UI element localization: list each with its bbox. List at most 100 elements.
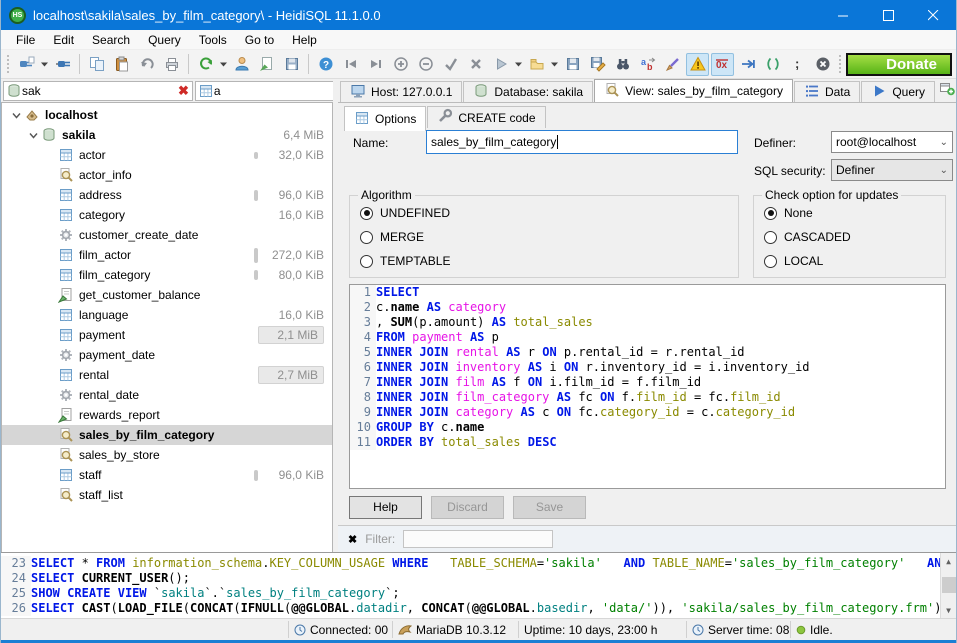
discard-button[interactable]: Discard — [431, 496, 504, 519]
sql-security-combobox[interactable]: Definer⌄ — [831, 159, 953, 181]
tree-item-language[interactable]: language16,0 KiB — [2, 305, 332, 325]
export-icon[interactable] — [255, 53, 278, 76]
tree-item-sales_by_film_category[interactable]: sales_by_film_category — [2, 425, 332, 445]
help-icon[interactable]: ? — [314, 53, 337, 76]
radio-unselected[interactable] — [764, 231, 777, 244]
save-snippet-icon[interactable] — [280, 53, 303, 76]
delimiter-icon[interactable]: ; — [786, 53, 809, 76]
tree-item-rental_date[interactable]: rental_date — [2, 385, 332, 405]
scroll-thumb[interactable] — [942, 577, 956, 593]
menu-go-to[interactable]: Go to — [236, 31, 283, 49]
menu-edit[interactable]: Edit — [44, 31, 83, 49]
radio-unselected[interactable] — [764, 255, 777, 268]
tree-item-staff[interactable]: staff96,0 KiB — [2, 465, 332, 485]
execute-sql-icon[interactable] — [489, 53, 512, 76]
delete-record-icon[interactable] — [414, 53, 437, 76]
menu-tools[interactable]: Tools — [190, 31, 236, 49]
radio-selected[interactable] — [764, 207, 777, 220]
tab-view[interactable]: View: sales_by_film_category — [594, 79, 793, 102]
blob-as-text-icon[interactable] — [686, 53, 709, 76]
radio-unselected[interactable] — [360, 255, 373, 268]
donate-button[interactable]: Donate — [846, 53, 952, 76]
copy-icon[interactable] — [85, 53, 108, 76]
tree-item-sakila[interactable]: sakila6,4 MiB — [2, 125, 332, 145]
tree-item-payment[interactable]: payment2,1 MiB — [2, 325, 332, 345]
tree-item-film_category[interactable]: film_category80,0 KiB — [2, 265, 332, 285]
tree-item-get_customer_balance[interactable]: get_customer_balance — [2, 285, 332, 305]
refresh-icon[interactable] — [194, 53, 217, 76]
tab-create-code[interactable]: CREATE code — [427, 106, 545, 128]
save-button[interactable]: Save — [513, 496, 586, 519]
execute-sql-dropdown[interactable] — [513, 53, 524, 76]
tree-item-payment_date[interactable]: payment_date — [2, 345, 332, 365]
close-button[interactable] — [911, 0, 956, 30]
radio-selected[interactable] — [360, 207, 373, 220]
query-parameters-icon[interactable] — [761, 53, 784, 76]
first-record-icon[interactable] — [339, 53, 362, 76]
tab-data[interactable]: Data — [794, 81, 860, 102]
replace-text-icon[interactable]: ab — [636, 53, 659, 76]
tree-item-staff_list[interactable]: staff_list — [2, 485, 332, 505]
undo-icon[interactable] — [135, 53, 158, 76]
tree-item-localhost[interactable]: localhost — [2, 105, 332, 125]
radio-unselected[interactable] — [360, 231, 373, 244]
tab-host[interactable]: Host: 127.0.0.1 — [340, 81, 462, 102]
tree-item-rental[interactable]: rental2,7 MiB — [2, 365, 332, 385]
maximize-button[interactable] — [866, 0, 911, 30]
session-manager-dropdown[interactable] — [39, 53, 50, 76]
last-record-icon[interactable] — [364, 53, 387, 76]
cancel-editing-icon[interactable] — [464, 53, 487, 76]
tree-item-rewards_report[interactable]: rewards_report — [2, 405, 332, 425]
tree-item-film_actor[interactable]: film_actor272,0 KiB — [2, 245, 332, 265]
tab-database[interactable]: Database: sakila — [463, 81, 593, 102]
save-sql-icon[interactable] — [561, 53, 584, 76]
tree-item-address[interactable]: address96,0 KiB — [2, 185, 332, 205]
disconnect-icon[interactable] — [51, 53, 74, 76]
load-sql-file-dropdown[interactable] — [549, 53, 560, 76]
menu-search[interactable]: Search — [83, 31, 139, 49]
log-scrollbar[interactable]: ▲ ▼ — [940, 553, 956, 618]
new-query-tab-button[interactable] — [939, 80, 955, 102]
tree-item-actor[interactable]: actor32,0 KiB — [2, 145, 332, 165]
user-manager-icon[interactable] — [230, 53, 253, 76]
chevron-down-icon[interactable] — [8, 110, 24, 121]
print-icon[interactable] — [160, 53, 183, 76]
tab-query[interactable]: Query — [861, 81, 935, 102]
stop-icon[interactable] — [811, 53, 834, 76]
reformat-sql-icon[interactable] — [661, 53, 684, 76]
clear-database-filter-icon[interactable]: ✖ — [177, 84, 190, 97]
scroll-up-icon[interactable]: ▲ — [941, 553, 956, 569]
scroll-down-icon[interactable]: ▼ — [941, 602, 956, 618]
chevron-down-icon[interactable] — [25, 130, 41, 141]
radio-algorithm-merge[interactable]: MERGE — [360, 230, 738, 244]
sql-log-panel[interactable]: ▲ ▼ 23SELECT * FROM information_schema.K… — [1, 552, 956, 618]
paste-icon[interactable] — [110, 53, 133, 76]
tree-item-category[interactable]: category16,0 KiB — [2, 205, 332, 225]
load-sql-file-icon[interactable] — [525, 53, 548, 76]
session-manager-icon[interactable] — [15, 53, 38, 76]
view-sql-editor[interactable]: 1SELECT2c.name AS category3, SUM(p.amoun… — [349, 284, 946, 489]
radio-check-local[interactable]: LOCAL — [764, 254, 945, 268]
database-filter-input[interactable] — [22, 84, 177, 98]
menu-help[interactable]: Help — [283, 31, 326, 49]
tree-item-customer_create_date[interactable]: customer_create_date — [2, 225, 332, 245]
menu-query[interactable]: Query — [139, 31, 190, 49]
insert-record-icon[interactable] — [389, 53, 412, 76]
menu-file[interactable]: File — [7, 31, 44, 49]
definer-combobox[interactable]: root@localhost⌄ — [831, 131, 953, 153]
binary-as-hex-icon[interactable]: 0x — [711, 53, 734, 76]
view-name-input[interactable]: sales_by_film_category — [426, 130, 738, 154]
radio-algorithm-undefined[interactable]: UNDEFINED — [360, 206, 738, 220]
next-result-icon[interactable] — [736, 53, 759, 76]
minimize-button[interactable] — [821, 0, 866, 30]
refresh-dropdown[interactable] — [218, 53, 229, 76]
find-text-icon[interactable] — [611, 53, 634, 76]
save-sql-as-icon[interactable] — [586, 53, 609, 76]
close-filter-icon[interactable]: ✖ — [348, 533, 357, 546]
filter-input[interactable] — [403, 530, 553, 548]
tab-options[interactable]: Options — [344, 106, 426, 131]
radio-check-cascaded[interactable]: CASCADED — [764, 230, 945, 244]
tree-item-sales_by_store[interactable]: sales_by_store — [2, 445, 332, 465]
help-button[interactable]: Help — [349, 496, 422, 519]
post-changes-icon[interactable] — [439, 53, 462, 76]
